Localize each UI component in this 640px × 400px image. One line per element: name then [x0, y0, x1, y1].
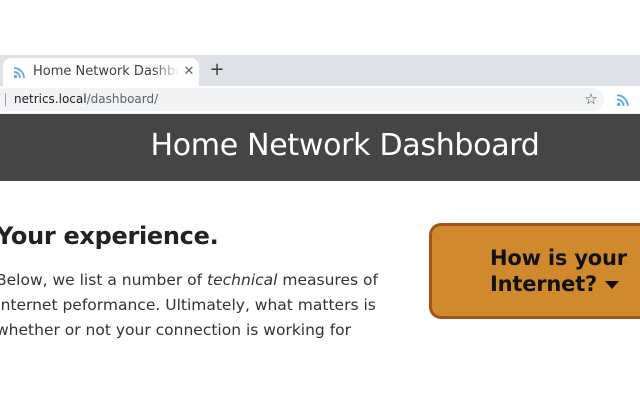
callout-line-2-text: Internet?	[490, 272, 598, 296]
intro-line: Below, we list a number of technical mea…	[0, 268, 378, 293]
intro-text: measures of	[277, 271, 378, 289]
internet-feedback-button[interactable]: How is your Internet?	[429, 223, 640, 319]
section-heading: Your experience.	[0, 222, 219, 250]
tab-strip: Home Network Dashboard ✕ +	[0, 55, 640, 86]
callout-line-1: How is your	[490, 246, 627, 270]
intro-line: whether or not your connection is workin…	[0, 321, 352, 339]
intro-text: Below, we list a number of	[0, 271, 208, 289]
address-bar[interactable]: netrics.local/dashboard/ ☆	[0, 88, 604, 111]
browser-tab[interactable]: Home Network Dashboard ✕	[3, 58, 199, 86]
site-header: Home Network Dashboard	[0, 114, 640, 181]
close-icon[interactable]: ✕	[181, 64, 197, 80]
tab-title-fade	[153, 62, 179, 82]
callout-label: How is your Internet?	[490, 245, 627, 297]
wifi-icon	[13, 67, 25, 79]
url-path: /dashboard/	[86, 92, 159, 106]
plus-icon[interactable]: +	[207, 60, 227, 80]
caret-down-icon	[605, 281, 620, 289]
page-title: Home Network Dashboard	[150, 128, 540, 163]
star-icon[interactable]: ☆	[582, 90, 600, 108]
intro-line: Internet peformance. Ultimately, what ma…	[0, 296, 376, 314]
url-text: netrics.local/dashboard/	[14, 92, 158, 106]
wifi-icon[interactable]	[616, 92, 631, 107]
browser-toolbar: netrics.local/dashboard/ ☆	[0, 86, 640, 114]
intro-paragraph: Below, we list a number of technical mea…	[0, 268, 378, 343]
intro-emphasis: technical	[207, 271, 278, 289]
browser-viewport: Home Network Dashboard ✕ + netrics.local…	[0, 0, 640, 400]
url-host: netrics.local	[14, 92, 87, 106]
address-bar-divider	[5, 93, 6, 106]
callout-line-2: Internet?	[490, 271, 627, 297]
